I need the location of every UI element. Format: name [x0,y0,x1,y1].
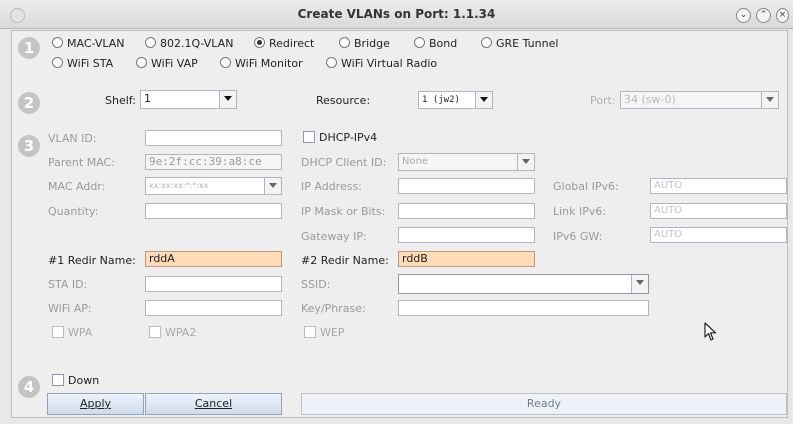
link-ipv6-label: Link IPv6: [553,205,607,218]
radio-redirect[interactable]: Redirect [254,37,314,50]
radio-gre-tunnel[interactable]: GRE Tunnel [481,37,558,50]
wifi-ap-label: WiFi AP: [48,302,92,315]
sta-id-field[interactable] [145,276,282,292]
gateway-ip-field[interactable] [398,227,535,243]
radio-wifi-sta[interactable]: WiFi STA [52,57,113,70]
radio-bridge[interactable]: Bridge [339,37,390,50]
resource-label: Resource: [316,94,371,107]
quantity-label: Quantity: [48,205,99,218]
ip-mask-field[interactable] [398,203,535,219]
checkbox-icon [52,374,64,386]
radio-icon [481,37,492,48]
radio-icon [414,37,425,48]
port-value: 34 (sw-0) [624,93,676,106]
status-field: Ready [301,393,787,415]
radio-icon [136,57,147,68]
key-phrase-label: Key/Phrase: [301,302,366,315]
chevron-down-icon [517,154,534,170]
mac-addr-value: xx:xx:xx:*:*:xx [149,181,209,190]
vlan-id-field[interactable] [145,130,282,146]
radio-icon [145,37,156,48]
cancel-button[interactable]: Cancel [145,393,282,415]
dhcp-client-id-label: DHCP Client ID: [301,156,387,169]
step-1-icon: 1 [18,37,40,59]
apply-button[interactable]: Apply [47,393,144,415]
chevron-down-icon [761,92,778,108]
step-3-icon: 3 [18,135,40,157]
mouse-cursor-icon [704,322,717,341]
checkbox-icon [303,131,315,143]
ipv6-gw-label: IPv6 GW: [553,230,603,243]
dhcp-client-id-select: None [398,153,535,171]
step-4-icon: 4 [18,376,40,398]
ssid-select[interactable] [398,274,649,294]
wifi-ap-field[interactable] [145,300,282,316]
mac-addr-select[interactable]: xx:xx:xx:*:*:xx [145,177,282,195]
parent-mac-label: Parent MAC: [48,156,115,169]
vlan-id-label: VLAN ID: [48,132,97,145]
quantity-field[interactable] [145,203,282,219]
ssid-label: SSID: [301,278,331,291]
maximize-icon[interactable]: ⌃ [756,8,771,23]
radio-icon [52,57,63,68]
resource-value: 1 (jw2) [422,95,460,105]
title-bar: Create VLANs on Port: 1.1.34 ⌄ ⌃ × [0,0,793,29]
close-icon[interactable]: × [776,8,789,23]
radio-icon [326,57,337,68]
redir2-field[interactable]: rddB [398,251,535,267]
step-2-icon: 2 [18,92,40,114]
shelf-select[interactable]: 1 [140,90,237,109]
wpa2-checkbox: WPA2 [149,326,196,339]
chevron-down-icon [631,275,648,293]
redir2-label: #2 Redir Name: [301,254,389,267]
global-ipv6-field[interactable]: AUTO [650,178,787,194]
resource-select[interactable]: 1 (jw2) [418,91,493,109]
chevron-down-icon [219,91,236,108]
dhcp-client-id-value: None [402,156,429,167]
ipv6-gw-field[interactable]: AUTO [650,227,787,243]
ip-address-field[interactable] [398,178,535,194]
sta-id-label: STA ID: [48,278,88,291]
wpa-checkbox: WPA [52,326,92,339]
radio-8021q-vlan[interactable]: 802.1Q-VLAN [145,37,233,50]
global-ipv6-label: Global IPv6: [553,180,619,193]
redir1-label: #1 Redir Name: [48,254,136,267]
dhcp-ipv4-checkbox[interactable]: DHCP-IPv4 [303,131,377,144]
checkbox-icon [52,326,64,338]
parent-mac-field: 9e:2f:cc:39:a8:ce [145,154,282,170]
link-ipv6-field[interactable]: AUTO [650,203,787,219]
radio-mac-vlan[interactable]: MAC-VLAN [52,37,125,50]
chevron-down-icon [264,178,281,194]
shelf-value: 1 [144,92,151,105]
radio-icon [52,37,63,48]
radio-wifi-vap[interactable]: WiFi VAP [136,57,198,70]
window-title: Create VLANs on Port: 1.1.34 [297,7,496,21]
radio-icon [339,37,350,48]
chevron-down-icon [475,92,492,108]
ip-mask-label: IP Mask or Bits: [301,205,386,218]
key-phrase-field[interactable] [398,300,649,316]
radio-wifi-monitor[interactable]: WiFi Monitor [220,57,303,70]
shelf-label: Shelf: [105,94,136,107]
checkbox-icon [304,326,316,338]
radio-bond[interactable]: Bond [414,37,457,50]
port-select: 34 (sw-0) [620,91,779,109]
port-label: Port: [590,94,616,107]
wep-checkbox: WEP [304,326,344,339]
radio-selected-icon [254,37,265,48]
radio-icon [220,57,231,68]
ip-address-label: IP Address: [301,180,362,193]
radio-wifi-virtual-radio[interactable]: WiFi Virtual Radio [326,57,437,70]
content-panel [11,30,788,418]
down-checkbox[interactable]: Down [52,374,99,387]
minimize-icon[interactable]: ⌄ [736,8,751,23]
gateway-ip-label: Gateway IP: [301,230,367,243]
checkbox-icon [149,326,161,338]
create-vlans-dialog: Create VLANs on Port: 1.1.34 ⌄ ⌃ × 1 2 3… [0,0,793,424]
redir1-field[interactable]: rddA [145,251,282,267]
mac-addr-label: MAC Addr: [48,180,106,193]
